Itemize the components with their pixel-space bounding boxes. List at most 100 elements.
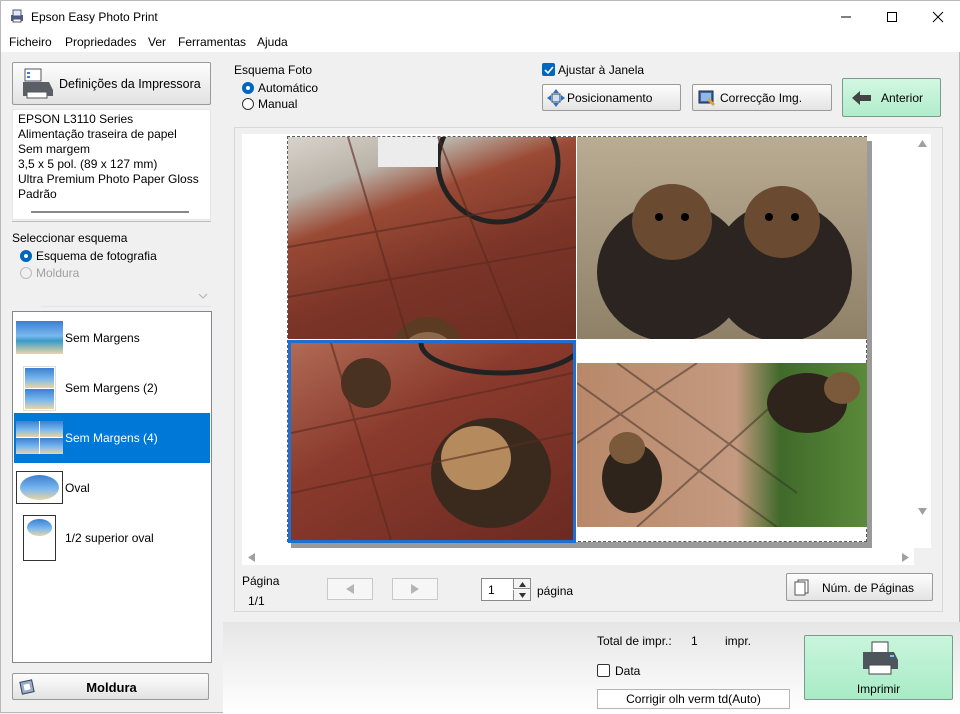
divider	[12, 221, 211, 222]
printer-info-line: Sem margem	[18, 142, 91, 156]
app-window: Epson Easy Photo Print Ficheiro Propried…	[0, 0, 960, 714]
left-panel: Definições da Impressora EPSON L3110 Ser…	[1, 52, 221, 714]
printer-settings-button[interactable]: Definições da Impressora	[12, 62, 211, 105]
image-correction-button[interactable]: Correcção Img.	[692, 84, 832, 111]
total-label: Total de impr.:	[597, 634, 672, 648]
page-spinner[interactable]: 1	[481, 578, 531, 601]
manual-radio[interactable]	[242, 98, 254, 110]
page-label: Página	[242, 574, 280, 588]
total-unit: impr.	[725, 634, 752, 648]
fit-window-label: Ajustar à Janela	[558, 63, 645, 77]
num-pages-button[interactable]: Núm. de Páginas	[786, 573, 933, 601]
menu-ajuda[interactable]: Ajuda	[257, 35, 288, 49]
select-layout-label: Seleccionar esquema	[12, 231, 128, 245]
layout-thumbnail	[16, 471, 63, 504]
positioning-button[interactable]: Posicionamento	[542, 84, 681, 111]
photo-2[interactable]	[577, 137, 867, 339]
menu-ficheiro[interactable]: Ficheiro	[9, 35, 52, 49]
preview-vertical-scrollbar[interactable]	[914, 134, 931, 548]
layout-list: Sem Margens Sem Margens (2) Sem Margens …	[12, 311, 212, 663]
print-label: Imprimir	[856, 682, 901, 696]
moldura-label: Moldura	[86, 680, 137, 695]
maximize-button[interactable]	[869, 1, 915, 32]
layout-thumbnail	[23, 515, 56, 561]
menu-ferramentas[interactable]: Ferramentas	[178, 35, 246, 49]
close-icon	[932, 11, 944, 22]
scroll-left-icon[interactable]	[248, 553, 255, 562]
automatic-radio[interactable]	[242, 82, 254, 94]
paper-sheet	[287, 136, 867, 543]
date-checkbox[interactable]	[597, 664, 610, 677]
pages-icon	[794, 579, 809, 596]
total-value: 1	[691, 634, 698, 648]
page-value: 1/1	[248, 594, 265, 608]
scroll-up-icon[interactable]	[918, 140, 927, 147]
layout-thumbnail	[23, 366, 56, 411]
red-eye-label: Corrigir olh verm td(Auto)	[626, 692, 761, 706]
spin-down-button[interactable]	[513, 590, 530, 600]
menu-ver[interactable]: Ver	[148, 35, 166, 49]
frame-combo	[41, 285, 211, 307]
scroll-down-icon[interactable]	[918, 508, 927, 515]
arrow-left-icon	[852, 91, 871, 105]
image-correction-icon	[698, 90, 715, 106]
menu-bar: Ficheiro Propriedades Ver Ferramentas Aj…	[1, 32, 960, 52]
printer-info-line: Alimentação traseira de papel	[18, 127, 177, 141]
printer-info-scrollbar[interactable]	[31, 211, 189, 213]
move-arrows-icon	[547, 89, 565, 107]
preview-horizontal-scrollbar[interactable]	[242, 548, 914, 565]
moldura-button[interactable]: Moldura	[12, 673, 209, 700]
layout-thumbnail	[16, 421, 63, 454]
photo-2-image	[597, 184, 852, 339]
layout-item-sem-margens-2[interactable]: Sem Margens (2)	[14, 363, 210, 413]
fit-window-checkbox[interactable]	[542, 63, 555, 76]
app-printer-icon	[11, 9, 23, 23]
frame-radio	[20, 267, 32, 279]
layout-item-label: 1/2 superior oval	[65, 531, 154, 545]
photo-3-image	[291, 343, 573, 540]
page-suffix: página	[537, 584, 574, 598]
photo-layout-label: Esquema Foto	[234, 63, 313, 77]
minimize-button[interactable]	[823, 1, 869, 32]
layout-item-label: Oval	[65, 481, 90, 495]
layout-item-half-oval[interactable]: 1/2 superior oval	[14, 513, 210, 563]
printer-settings-icon	[23, 68, 53, 99]
spin-down-icon	[519, 593, 526, 598]
check-icon	[544, 66, 554, 75]
close-button[interactable]	[915, 1, 960, 32]
window-title: Epson Easy Photo Print	[31, 10, 158, 24]
spin-up-button[interactable]	[513, 579, 530, 589]
scroll-right-icon[interactable]	[902, 553, 909, 562]
manual-label: Manual	[258, 97, 298, 111]
layout-item-sem-margens-4[interactable]: Sem Margens (4)	[14, 413, 210, 463]
automatic-label: Automático	[258, 81, 319, 95]
photo-1-image	[288, 137, 576, 339]
frame-label: Moldura	[36, 266, 80, 280]
menu-propriedades[interactable]: Propriedades	[65, 35, 136, 49]
arrow-left-icon	[346, 584, 354, 594]
layout-item-sem-margens[interactable]: Sem Margens	[14, 313, 210, 363]
photo-3-selected[interactable]	[288, 340, 576, 543]
printer-info-line: 3,5 x 5 pol. (89 x 127 mm)	[18, 157, 158, 171]
num-pages-label: Núm. de Páginas	[822, 581, 915, 595]
layout-item-label: Sem Margens (2)	[65, 381, 158, 395]
printer-info-line: EPSON L3110 Series	[18, 112, 134, 126]
printer-info-line: Ultra Premium Photo Paper Gloss	[18, 172, 199, 186]
layout-item-label: Sem Margens (4)	[65, 431, 158, 445]
photo-layout-radio[interactable]	[20, 250, 32, 262]
maximize-icon	[887, 11, 897, 22]
previous-button[interactable]: Anterior	[842, 78, 941, 117]
photo-1[interactable]	[288, 137, 576, 339]
print-button[interactable]: Imprimir	[804, 635, 953, 700]
printer-settings-label: Definições da Impressora	[59, 77, 201, 91]
red-eye-button[interactable]: Corrigir olh verm td(Auto)	[597, 689, 790, 709]
date-label: Data	[615, 664, 641, 678]
previous-page-button[interactable]	[327, 578, 373, 600]
photo-4[interactable]	[577, 363, 867, 527]
positioning-label: Posicionamento	[567, 91, 653, 105]
page-input[interactable]: 1	[488, 583, 495, 597]
spin-up-icon	[519, 582, 526, 587]
next-page-button[interactable]	[392, 578, 438, 600]
layout-item-label: Sem Margens	[65, 331, 140, 345]
layout-item-oval[interactable]: Oval	[14, 463, 210, 513]
